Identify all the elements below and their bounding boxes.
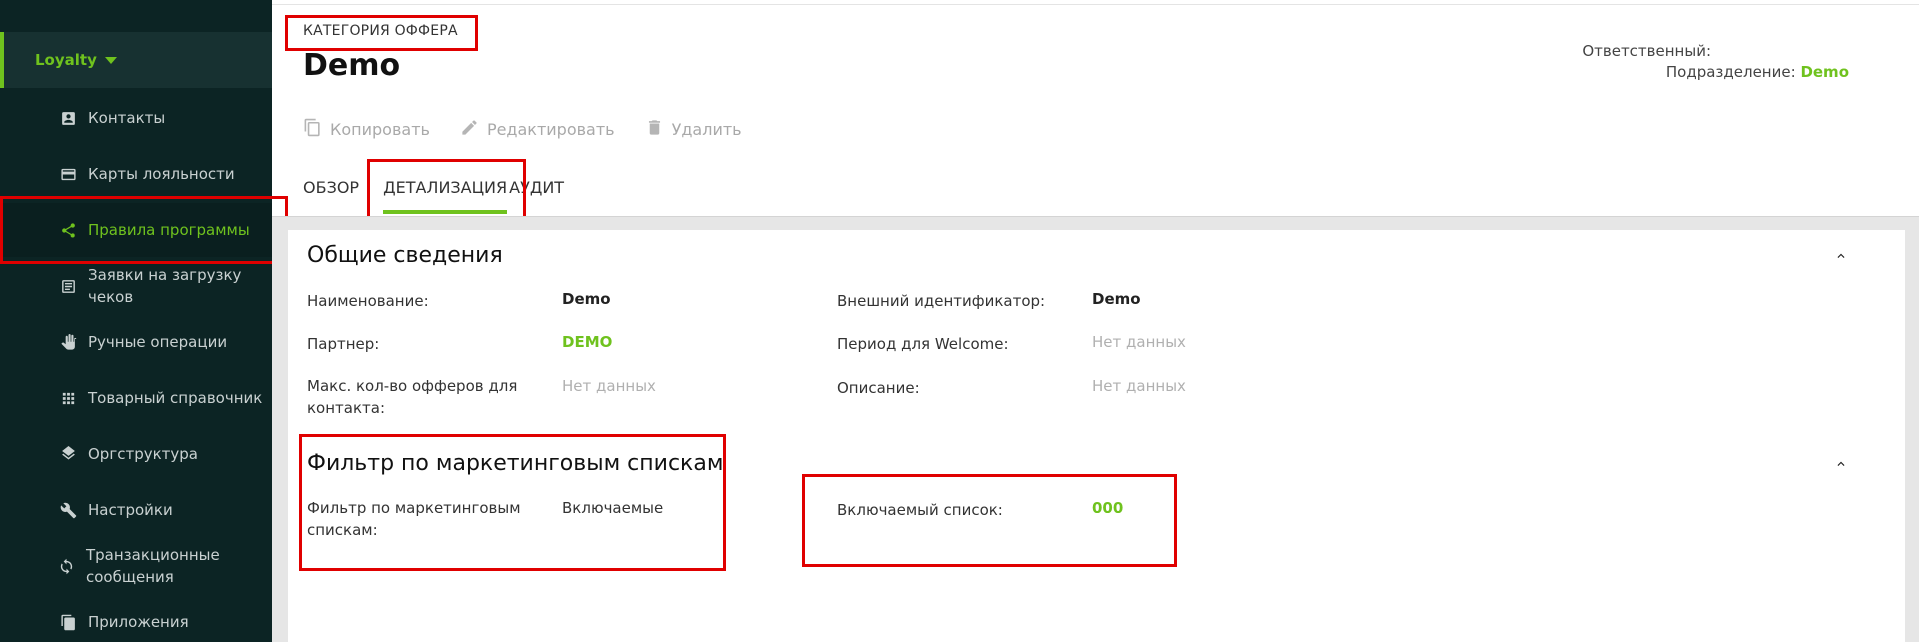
contact-card-icon	[58, 108, 78, 128]
sidebar-item-label: Контакты	[88, 109, 166, 127]
sidebar-item-product-catalog[interactable]: Товарный справочник	[0, 380, 272, 416]
sidebar-item-label: Оргструктура	[88, 445, 198, 463]
max-offers-value: Нет данных	[562, 377, 656, 395]
max-offers-label: Макс. кол-во офферов для контакта:	[307, 377, 518, 417]
name-label: Наименование:	[307, 292, 429, 310]
sidebar-item-apps[interactable]: Приложения	[0, 604, 272, 640]
sidebar-item-label: Настройки	[88, 501, 173, 519]
sidebar-item-contacts[interactable]: Контакты	[0, 100, 272, 136]
pencil-icon	[460, 118, 479, 141]
highlight-box-breadcrumb	[285, 15, 478, 51]
division-value-link[interactable]: Demo	[1800, 63, 1849, 81]
highlight-box-program-rules	[0, 196, 288, 264]
highlight-box-included-list	[802, 474, 1177, 567]
division-field: Подразделение: Demo	[1666, 63, 1849, 81]
highlight-box-tab-details	[367, 159, 526, 222]
external-id-value: Demo	[1092, 290, 1141, 308]
credit-card-icon	[58, 164, 78, 184]
name-value: Demo	[562, 290, 611, 308]
description-label: Описание:	[837, 379, 920, 397]
edit-label: Редактировать	[486, 120, 615, 139]
sidebar-item-receipt-requests[interactable]: Заявки на загрузку чеков	[0, 262, 272, 310]
welcome-period-value: Нет данных	[1092, 333, 1186, 351]
sidebar-item-settings[interactable]: Настройки	[0, 492, 272, 528]
description-value: Нет данных	[1092, 377, 1186, 395]
sidebar-item-label: Заявки на загрузку чеков	[88, 266, 242, 306]
sidebar-item-label: Приложения	[88, 613, 189, 631]
highlight-box-marketing-filter	[299, 434, 726, 571]
section-title-general: Общие сведения	[307, 243, 503, 268]
receipt-list-icon	[58, 276, 78, 296]
sidebar-item-loyalty-cards[interactable]: Карты лояльности	[0, 156, 272, 192]
division-label: Подразделение:	[1665, 63, 1796, 81]
toolbar: Копировать Редактировать Удалить	[303, 118, 742, 141]
welcome-period-label: Период для Welcome:	[837, 335, 1009, 353]
edit-button[interactable]: Редактировать	[460, 118, 615, 141]
partner-label: Партнер:	[307, 335, 380, 353]
sidebar-item-manual-operations[interactable]: Ручные операции	[0, 324, 272, 360]
module-label: Loyalty	[35, 51, 97, 69]
layers-icon	[58, 444, 78, 464]
delete-button[interactable]: Удалить	[645, 118, 742, 141]
module-switcher[interactable]: Loyalty	[0, 32, 272, 88]
grid-icon	[58, 388, 78, 408]
sidebar-item-label: Карты лояльности	[88, 165, 235, 183]
partner-value-link[interactable]: DEMO	[562, 333, 612, 351]
copy-pages-icon	[58, 612, 78, 632]
caret-down-icon	[104, 56, 117, 64]
responsible-label: Ответственный:	[1582, 42, 1711, 60]
external-id-label: Внешний идентификатор:	[837, 292, 1046, 310]
sidebar-item-label: Транзакционные сообщения	[86, 546, 220, 586]
sidebar-item-transaction-messages[interactable]: Транзакционные сообщения	[0, 542, 272, 590]
sidebar-top-strip	[0, 0, 272, 8]
page-title: Demo	[303, 48, 401, 83]
sidebar-item-org-structure[interactable]: Оргструктура	[0, 436, 272, 472]
tab-overview[interactable]: ОБЗОР	[303, 168, 359, 216]
copy-icon	[303, 118, 322, 141]
sync-icon	[56, 556, 76, 576]
top-divider	[272, 4, 1919, 5]
wrench-icon	[58, 500, 78, 520]
copy-label: Копировать	[330, 120, 430, 139]
sidebar-item-label: Товарный справочник	[88, 389, 263, 407]
delete-label: Удалить	[671, 120, 742, 139]
hand-icon	[58, 332, 78, 352]
trash-icon	[645, 118, 664, 141]
collapse-general-icon[interactable]	[1834, 248, 1848, 262]
sidebar-item-label: Ручные операции	[88, 333, 228, 351]
copy-button[interactable]: Копировать	[303, 118, 430, 141]
sidebar: Loyalty Контакты Карты лояльности Правил…	[0, 0, 272, 642]
collapse-filter-icon[interactable]	[1834, 456, 1848, 470]
